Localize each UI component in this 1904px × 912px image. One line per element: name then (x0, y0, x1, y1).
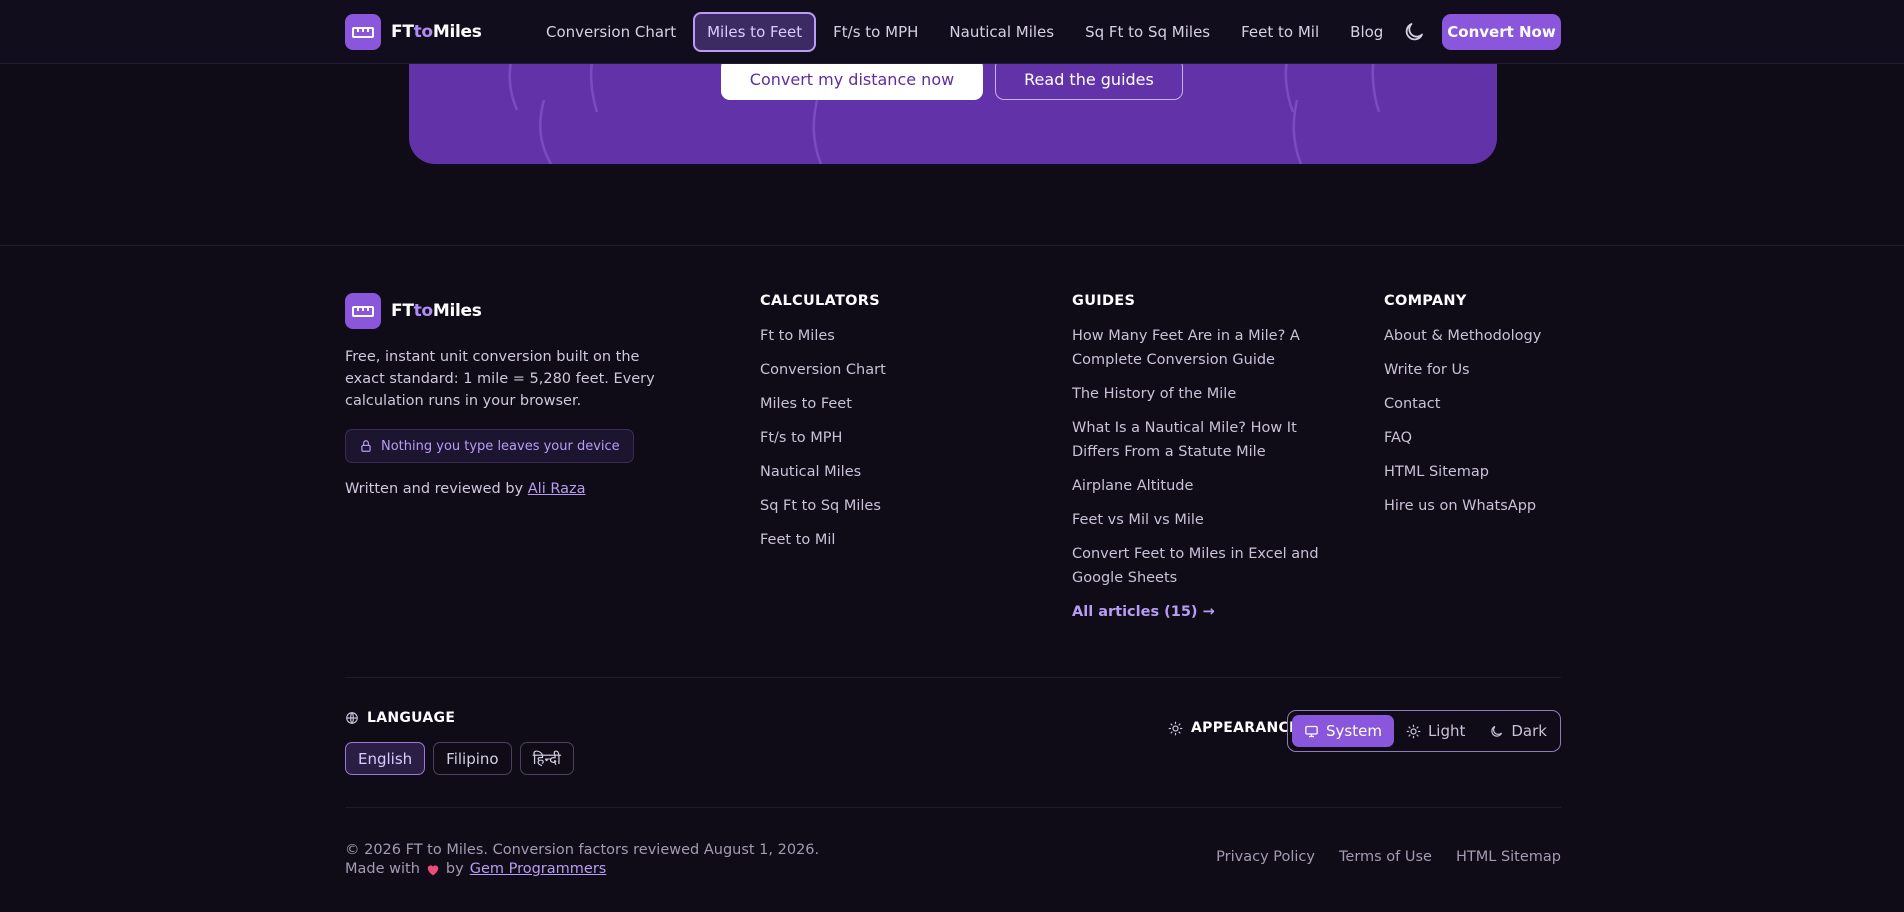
privacy-policy-link[interactable]: Privacy Policy (1216, 849, 1315, 865)
footer-link[interactable]: Write for Us (1384, 358, 1564, 382)
language-option-english[interactable]: English (345, 742, 426, 775)
nav-fts-to-mph[interactable]: Ft/s to MPH (819, 12, 932, 52)
ruler-icon (345, 293, 381, 329)
footer-link[interactable]: Contact (1384, 392, 1564, 416)
lock-icon (361, 440, 371, 452)
footer-col-calculators: CALCULATORS Ft to Miles Conversion Chart… (760, 293, 1040, 562)
footer-link[interactable]: Conversion Chart (760, 358, 1040, 382)
all-articles-link[interactable]: All articles (15) → (1072, 600, 1342, 624)
nav-feet-to-mil[interactable]: Feet to Mil (1227, 12, 1333, 52)
language-option-filipino[interactable]: Filipino (433, 742, 512, 775)
footer-description: Free, instant unit conversion built on t… (345, 349, 655, 409)
nav-sq-ft-to-sq-miles[interactable]: Sq Ft to Sq Miles (1071, 12, 1224, 52)
language-switcher: English Filipino हिन्दी (345, 742, 574, 775)
legal-links: Privacy Policy Terms of Use HTML Sitemap (1216, 849, 1561, 865)
monitor-icon (1305, 725, 1318, 737)
author-line: Written and reviewed by Ali Raza (345, 481, 685, 497)
footer-link[interactable]: FAQ (1384, 426, 1564, 450)
footer-link[interactable]: Ft/s to MPH (760, 426, 1040, 450)
footer-link[interactable]: Miles to Feet (760, 392, 1040, 416)
footer-col-guides: GUIDES How Many Feet Are in a Mile? A Co… (1072, 293, 1342, 634)
author-prefix: Written and reviewed by (345, 481, 524, 497)
footer-bottom-divider (345, 807, 1561, 808)
appearance-label: APPEARANCE (1191, 720, 1299, 736)
language-label: LANGUAGE (367, 710, 456, 726)
footer-logo-text: FTtoMiles (391, 301, 482, 321)
ruler-icon (345, 14, 381, 50)
appearance-option-system[interactable]: System (1292, 715, 1394, 747)
footer-link[interactable]: The History of the Mile (1072, 382, 1342, 406)
sun-icon (1406, 724, 1421, 738)
gem-programmers-link[interactable]: Gem Programmers (470, 861, 607, 877)
footer-link[interactable]: HTML Sitemap (1384, 460, 1564, 484)
footer-link[interactable]: Nautical Miles (760, 460, 1040, 484)
footer-link[interactable]: How Many Feet Are in a Mile? A Complete … (1072, 324, 1342, 372)
site-logo[interactable]: FTtoMiles (345, 14, 482, 50)
footer-col-company: COMPANY About & Methodology Write for Us… (1384, 293, 1564, 528)
appearance-option-dark[interactable]: Dark (1477, 715, 1559, 747)
nav-nautical-miles[interactable]: Nautical Miles (935, 12, 1068, 52)
site-logo-text: FTtoMiles (391, 22, 482, 42)
system-label: System (1326, 722, 1382, 740)
copyright-text: © 2026 FT to Miles. Conversion factors r… (345, 842, 820, 858)
made-with-prefix: Made with (345, 861, 420, 877)
footer-link[interactable]: Convert Feet to Miles in Excel and Googl… (1072, 542, 1342, 590)
sun-icon (1168, 721, 1183, 735)
author-link[interactable]: Ali Raza (528, 481, 586, 497)
nav-conversion-chart[interactable]: Conversion Chart (532, 12, 690, 52)
light-label: Light (1427, 722, 1466, 740)
convert-distance-button[interactable]: Convert my distance now (721, 58, 983, 100)
nav-blog[interactable]: Blog (1336, 12, 1397, 52)
made-with-line: Made with by Gem Programmers (345, 861, 606, 877)
footer-logo[interactable]: FTtoMiles (345, 293, 685, 329)
main-nav: Conversion Chart Miles to Feet Ft/s to M… (532, 10, 1400, 54)
footer-link[interactable]: Hire us on WhatsApp (1384, 494, 1564, 518)
theme-toggle-moon-icon[interactable] (1402, 20, 1426, 44)
language-option-hindi[interactable]: हिन्दी (519, 742, 574, 775)
appearance-heading: APPEARANCE (1168, 720, 1299, 736)
top-navigation: FTtoMiles Conversion Chart Miles to Feet… (0, 0, 1904, 64)
terms-of-use-link[interactable]: Terms of Use (1339, 849, 1432, 865)
footer-link[interactable]: Ft to Miles (760, 324, 1040, 348)
heart-icon (427, 864, 439, 875)
footer-link[interactable]: Feet to Mil (760, 528, 1040, 552)
privacy-badge-text: Nothing you type leaves your device (381, 438, 620, 454)
dark-label: Dark (1511, 722, 1547, 740)
globe-icon (346, 712, 358, 724)
convert-now-button[interactable]: Convert Now (1442, 14, 1561, 50)
footer-divider (345, 677, 1561, 678)
guides-heading: GUIDES (1072, 293, 1136, 309)
language-heading: LANGUAGE (345, 710, 455, 726)
footer-link[interactable]: What Is a Nautical Mile? How It Differs … (1072, 416, 1342, 464)
footer-top-divider (0, 245, 1904, 246)
footer-link[interactable]: Airplane Altitude (1072, 474, 1342, 498)
privacy-badge: Nothing you type leaves your device (345, 429, 634, 463)
nav-miles-to-feet[interactable]: Miles to Feet (693, 12, 817, 52)
footer-link[interactable]: Feet vs Mil vs Mile (1072, 508, 1342, 532)
html-sitemap-link[interactable]: HTML Sitemap (1456, 849, 1561, 865)
footer-link[interactable]: Sq Ft to Sq Miles (760, 494, 1040, 518)
made-with-by: by (445, 861, 464, 877)
footer-link[interactable]: About & Methodology (1384, 324, 1564, 348)
company-heading: COMPANY (1384, 293, 1467, 309)
calculators-heading: CALCULATORS (760, 293, 880, 309)
appearance-switcher: System Light Dark (1287, 710, 1561, 752)
footer-brand: FTtoMiles Free, instant unit conversion … (345, 293, 685, 497)
read-guides-button[interactable]: Read the guides (995, 58, 1183, 100)
appearance-option-light[interactable]: Light (1394, 715, 1477, 747)
moon-icon (1491, 725, 1503, 737)
